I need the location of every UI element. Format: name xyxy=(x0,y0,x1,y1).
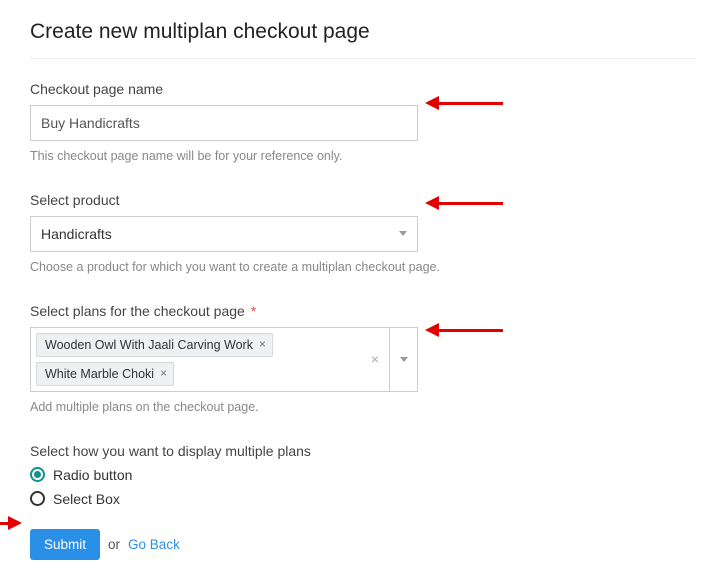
required-asterisk: * xyxy=(251,303,256,319)
select-product-value: Handicrafts xyxy=(41,226,112,242)
help-plans: Add multiple plans on the checkout page. xyxy=(30,398,470,417)
chevron-down-icon xyxy=(400,357,408,362)
or-text: or xyxy=(108,537,120,552)
tag-plan: Wooden Owl With Jaali Carving Work × xyxy=(36,333,273,357)
field-display: Select how you want to display multiple … xyxy=(30,443,696,507)
select-product[interactable]: Handicrafts xyxy=(30,216,418,252)
remove-tag-icon[interactable]: × xyxy=(259,337,266,353)
help-product: Choose a product for which you want to c… xyxy=(30,258,470,277)
actions-row: Submit or Go Back xyxy=(30,529,696,560)
tags-area[interactable]: Wooden Owl With Jaali Carving Work × Whi… xyxy=(31,328,361,392)
page-title: Create new multiplan checkout page xyxy=(30,20,696,59)
annotation-arrow-icon xyxy=(0,516,22,530)
radio-label: Radio button xyxy=(53,467,132,483)
tag-plan-label: Wooden Owl With Jaali Carving Work xyxy=(45,337,253,353)
radio-icon[interactable] xyxy=(30,491,45,506)
label-product: Select product xyxy=(30,192,696,208)
submit-button[interactable]: Submit xyxy=(30,529,100,560)
label-display: Select how you want to display multiple … xyxy=(30,443,696,459)
field-product: Select product Handicrafts Choose a prod… xyxy=(30,192,696,277)
chevron-down-icon xyxy=(399,231,407,236)
clear-all-icon[interactable]: × xyxy=(361,328,389,392)
field-plans: Select plans for the checkout page * Woo… xyxy=(30,303,696,417)
dropdown-toggle[interactable] xyxy=(389,328,417,392)
help-checkout-name: This checkout page name will be for your… xyxy=(30,147,470,166)
radio-label: Select Box xyxy=(53,491,120,507)
tag-plan-label: White Marble Choki xyxy=(45,366,154,382)
go-back-link[interactable]: Go Back xyxy=(128,537,180,552)
remove-tag-icon[interactable]: × xyxy=(160,366,167,382)
label-plans-text: Select plans for the checkout page xyxy=(30,303,245,319)
multiselect-plans[interactable]: Wooden Owl With Jaali Carving Work × Whi… xyxy=(30,327,418,393)
field-checkout-name: Checkout page name Buy Handicrafts This … xyxy=(30,81,696,166)
label-plans: Select plans for the checkout page * xyxy=(30,303,696,319)
input-checkout-name-value: Buy Handicrafts xyxy=(41,115,140,131)
label-checkout-name: Checkout page name xyxy=(30,81,696,97)
input-checkout-name[interactable]: Buy Handicrafts xyxy=(30,105,418,141)
tag-plan: White Marble Choki × xyxy=(36,362,174,386)
radio-option-radio-button[interactable]: Radio button xyxy=(30,467,696,483)
radio-option-select-box[interactable]: Select Box xyxy=(30,491,696,507)
radio-icon[interactable] xyxy=(30,467,45,482)
